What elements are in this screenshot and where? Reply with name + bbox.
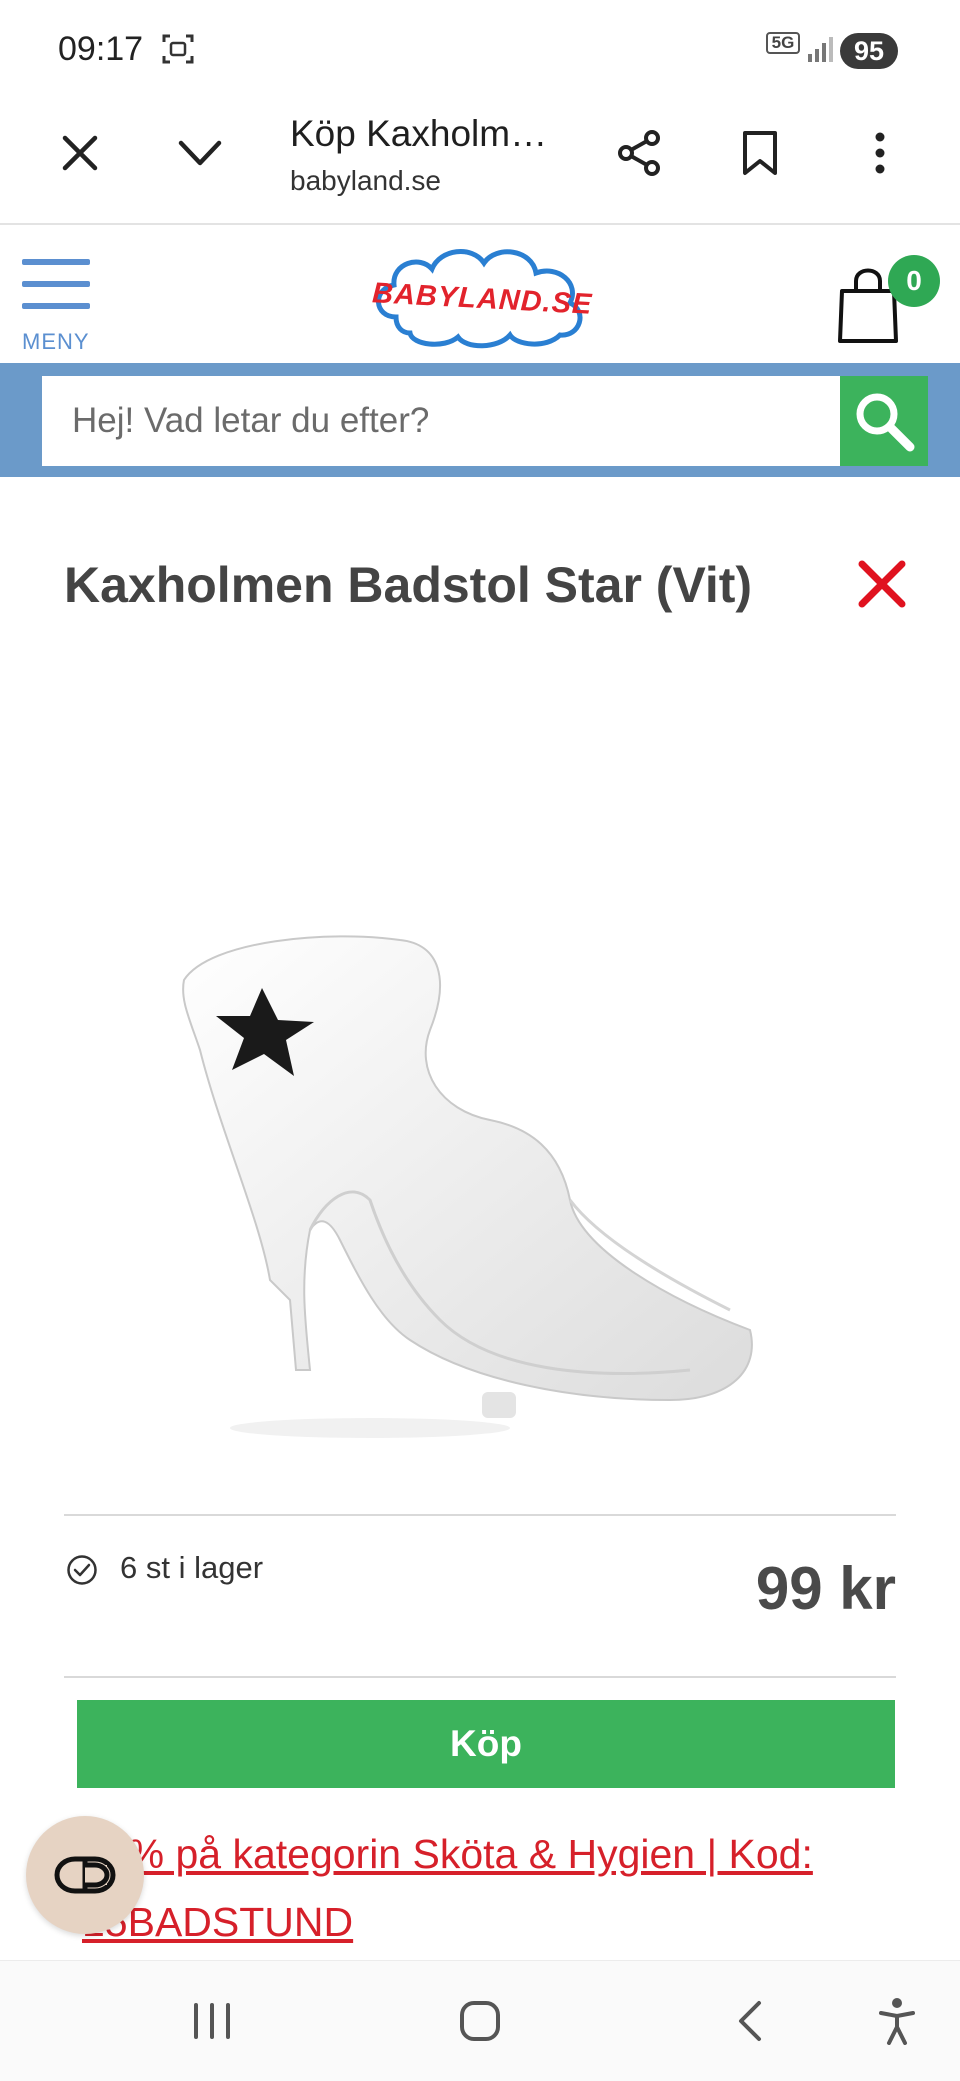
share-button[interactable] [600, 113, 680, 193]
search-input[interactable] [42, 376, 840, 466]
system-navigation-bar [0, 1960, 960, 2081]
product-image[interactable] [110, 900, 850, 1460]
chat-bubble-icon [54, 1856, 116, 1894]
accessibility-icon [879, 1998, 915, 2045]
home-icon [460, 2001, 500, 2041]
search-button[interactable] [840, 376, 928, 466]
page-domain: babyland.se [290, 165, 442, 196]
bookmark-icon [743, 131, 777, 175]
recent-apps-icon [194, 2003, 230, 2039]
network-5g-icon: 5G [766, 32, 800, 68]
divider [64, 1676, 896, 1678]
share-icon [618, 130, 660, 176]
stock-status: 6 st i lager [120, 1550, 264, 1585]
network-label: 5G [766, 32, 800, 54]
product-title: Kaxholmen Badstol Star (Vit) [64, 557, 753, 613]
browser-toolbar: Köp Kaxholmen Badstol Star (Vit) babylan… [0, 95, 960, 225]
divider [64, 1514, 896, 1516]
chat-button[interactable] [26, 1816, 144, 1934]
site-header: MENY BABYLAND.SE 0 [0, 225, 960, 363]
bath-seat-illustration [182, 935, 753, 1438]
back-icon [739, 2001, 761, 2041]
expand-button[interactable] [160, 113, 240, 193]
screenshot-icon [162, 34, 194, 64]
close-tab-button[interactable] [40, 113, 120, 193]
menu-label: MENY [22, 329, 90, 354]
recent-apps-button[interactable] [167, 1976, 257, 2066]
more-vert-icon [875, 132, 885, 174]
check-circle-icon [67, 1555, 97, 1585]
signal-icon [808, 37, 833, 62]
buy-button[interactable]: Köp [77, 1700, 895, 1788]
hamburger-icon [22, 259, 90, 309]
battery-indicator: 95 [840, 33, 898, 69]
page-title: Köp Kaxholmen Badstol Star (Vit) [290, 113, 560, 154]
bookmark-button[interactable] [720, 113, 800, 193]
product-price: 99 kr [755, 1555, 896, 1622]
search-icon [856, 393, 915, 452]
home-button[interactable] [435, 1976, 525, 2066]
close-icon [858, 560, 906, 608]
promo-link[interactable]: 15% på kategorin Sköta & Hygien | Kod: 1… [82, 1820, 912, 1956]
chevron-down-icon [178, 140, 222, 166]
more-options-button[interactable] [840, 113, 920, 193]
accessibility-button[interactable] [852, 1976, 942, 2066]
status-bar: 09:17 5G 95 [0, 0, 960, 95]
status-time: 09:17 [58, 30, 144, 68]
site-logo[interactable]: BABYLAND.SE [366, 237, 596, 349]
menu-button[interactable] [20, 255, 92, 315]
close-product-button[interactable] [852, 554, 912, 614]
back-button[interactable] [705, 1976, 795, 2066]
cart-count-badge: 0 [888, 255, 940, 307]
close-icon [62, 135, 98, 171]
